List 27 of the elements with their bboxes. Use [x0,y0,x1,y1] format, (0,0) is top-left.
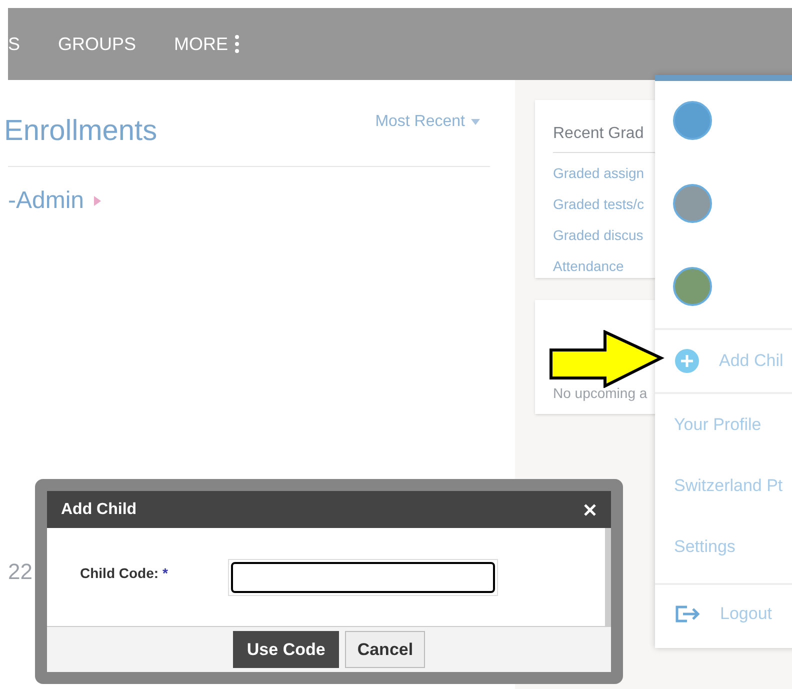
sort-dropdown[interactable]: Most Recent [375,110,480,134]
menu-item[interactable]: Your Profile [655,394,792,455]
close-icon[interactable] [583,502,597,516]
course-link[interactable]: -Admin [8,182,84,218]
avatar-photo-placeholder[interactable] [673,267,712,306]
plus-circle-icon [675,349,699,373]
logout-item[interactable]: Logout [655,583,792,643]
caret-icon [471,119,480,125]
menu-item[interactable]: Settings [655,516,792,577]
logout-icon [674,605,700,623]
field-label: Child Code: * [80,564,169,582]
avatar-photo-placeholder[interactable] [673,184,712,223]
dialog-title: Add Child [61,500,137,520]
nav-link[interactable]: GROUPS [58,30,136,58]
nav-link[interactable]: MORE [174,30,228,58]
enrollments-heading: Enrollments [4,114,158,149]
more-options-icon[interactable] [234,34,240,54]
menu-item[interactable]: Switzerland Pt [655,455,792,516]
child-code-field[interactable] [231,562,495,592]
nav-link[interactable]: S [8,30,20,58]
add-child-item[interactable]: Add Chil [655,330,792,394]
expand-arrow-icon [94,196,102,206]
cancel-button[interactable]: Cancel [345,631,426,668]
year-text: 22 [8,558,32,586]
empty-message: No upcoming a [553,385,648,401]
avatar-photo-placeholder[interactable] [673,101,712,140]
use-code-button[interactable]: Use Code [232,631,340,668]
